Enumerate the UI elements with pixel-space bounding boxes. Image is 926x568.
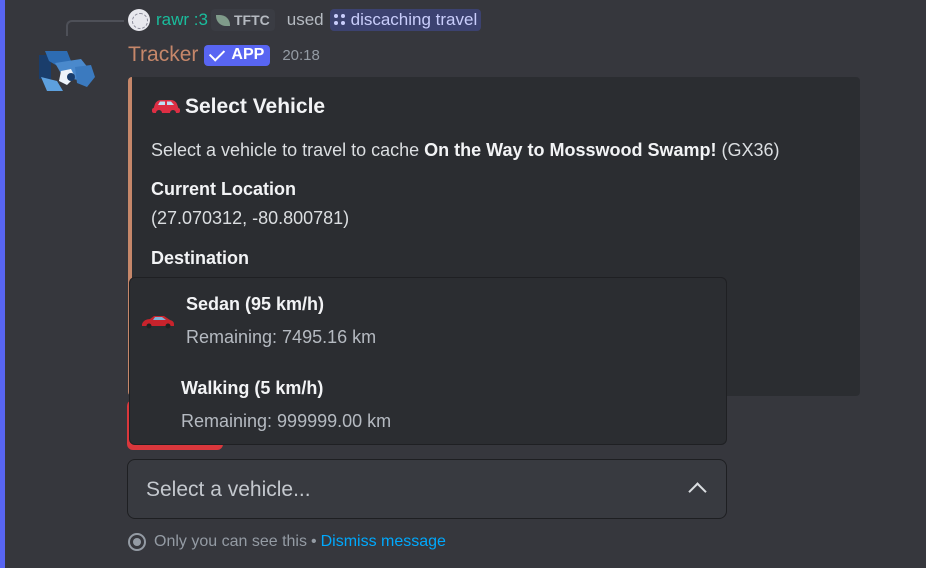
separator: • bbox=[310, 533, 317, 550]
reply-connector bbox=[66, 20, 124, 36]
guild-tag[interactable]: TFTC bbox=[210, 9, 275, 31]
embed-description: Select a vehicle to travel to cache On t… bbox=[151, 140, 780, 161]
option-description: Remaining: 7495.16 km bbox=[186, 327, 377, 347]
app-command-icon bbox=[333, 14, 346, 26]
vehicle-select[interactable]: Select a vehicle... bbox=[127, 459, 727, 519]
message-header: Tracker APP 20:18 bbox=[128, 43, 320, 67]
embed-title: Select Vehicle bbox=[151, 95, 325, 119]
eye-icon bbox=[128, 533, 146, 551]
option-label: Walking (5 km/h) bbox=[181, 378, 324, 398]
app-badge-label: APP bbox=[231, 46, 265, 63]
description-prefix: Select a vehicle to travel to cache bbox=[151, 140, 425, 160]
option-walking[interactable]: Walking (5 km/h) Remaining: 999999.00 km bbox=[130, 364, 726, 444]
option-label: Sedan (95 km/h) bbox=[186, 294, 325, 314]
select-placeholder: Select a vehicle... bbox=[146, 478, 311, 501]
command-name: discaching travel bbox=[350, 10, 478, 29]
guild-tag-label: TFTC bbox=[233, 12, 270, 28]
used-text: used bbox=[286, 10, 324, 29]
select-menu-options: Sedan (95 km/h) Remaining: 7495.16 km Wa… bbox=[129, 277, 727, 445]
field-current-location-value: (27.070312, -80.800781) bbox=[151, 208, 350, 228]
reply-username[interactable]: rawr :3 bbox=[156, 10, 208, 30]
chevron-up-icon bbox=[688, 482, 707, 501]
field-destination-name: Destination bbox=[151, 248, 250, 268]
dismiss-message-link[interactable]: Dismiss message bbox=[321, 533, 446, 551]
bot-name[interactable]: Tracker bbox=[128, 43, 198, 67]
red-car-icon bbox=[142, 316, 174, 329]
command-mention[interactable]: discaching travel bbox=[329, 9, 482, 31]
timestamp[interactable]: 20:18 bbox=[282, 47, 320, 64]
embed-title-text: Select Vehicle bbox=[185, 95, 326, 118]
cache-name: On the Way to Mosswood Swamp! bbox=[424, 140, 717, 160]
ephemeral-notice: Only you can see this • Dismiss message bbox=[128, 533, 446, 551]
cache-code: (GX36) bbox=[716, 140, 780, 160]
leaf-icon bbox=[215, 14, 230, 26]
app-badge: APP bbox=[204, 44, 271, 66]
field-current-location-name: Current Location bbox=[151, 179, 297, 199]
user-avatar-small[interactable] bbox=[128, 9, 150, 31]
bot-avatar[interactable] bbox=[37, 47, 97, 95]
red-car-icon bbox=[152, 100, 180, 116]
option-sedan[interactable]: Sedan (95 km/h) Remaining: 7495.16 km bbox=[130, 278, 726, 358]
verified-check-icon bbox=[209, 44, 226, 62]
ephemeral-text: Only you can see this bbox=[154, 533, 307, 550]
reply-context[interactable]: rawr :3 TFTC used discaching travel bbox=[128, 6, 482, 34]
option-description: Remaining: 999999.00 km bbox=[181, 411, 392, 431]
